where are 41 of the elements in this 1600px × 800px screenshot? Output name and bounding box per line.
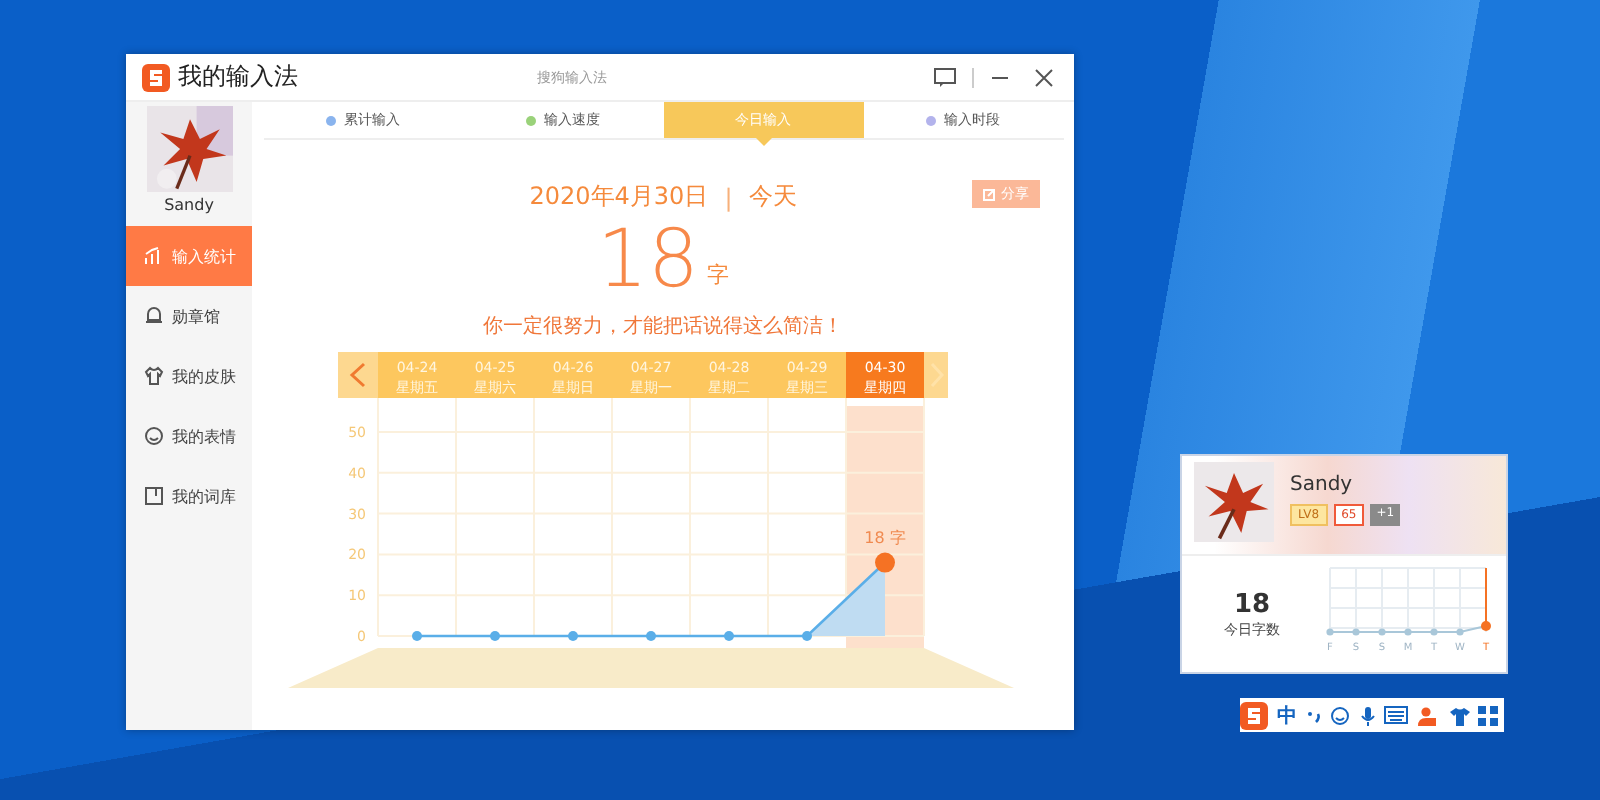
data-point (489, 631, 499, 641)
chart-icon (144, 246, 164, 266)
microphone-icon[interactable] (1359, 705, 1375, 725)
message: 你一定很努力，才能把话说得这么简洁！ (483, 313, 843, 340)
shirt-icon (144, 366, 164, 386)
data-point (567, 631, 577, 641)
day-tab[interactable] (845, 352, 923, 398)
word-count: 18 (1233, 589, 1271, 619)
shirt-icon[interactable] (1449, 705, 1470, 725)
user-name: Sandy (164, 196, 214, 214)
sidebar-item[interactable]: 我的表情 (126, 406, 252, 466)
date-label: 2020年4月30日 (529, 180, 709, 214)
separator: | (724, 183, 733, 211)
emoji-icon[interactable] (1330, 705, 1351, 725)
data-label: 18 字 (863, 528, 905, 547)
next-button[interactable] (923, 352, 947, 398)
data-point (801, 631, 811, 641)
window-title: 我的输入法 (178, 60, 298, 94)
app-logo-icon (142, 63, 170, 91)
user-icon[interactable] (1416, 705, 1441, 725)
grid-icon[interactable] (1478, 705, 1498, 725)
data-point (723, 631, 733, 641)
app-logo-icon[interactable] (1240, 701, 1268, 729)
count-unit: 字 (706, 260, 729, 290)
book-icon (144, 486, 164, 506)
sidebar-item[interactable]: 我的皮肤 (126, 346, 252, 406)
data-point (411, 631, 421, 641)
punctuation-icon[interactable] (1305, 707, 1322, 723)
share-icon (981, 187, 995, 201)
day-label: 今天 (748, 180, 797, 214)
keyboard-icon[interactable] (1383, 706, 1408, 724)
previous-button[interactable] (337, 352, 377, 398)
input-mode-button[interactable]: 中 (1276, 701, 1297, 729)
word-count: 18 (597, 218, 699, 302)
sidebar-item[interactable]: 我的词库 (126, 466, 252, 526)
data-point (874, 552, 894, 573)
user-name: Sandy (1290, 474, 1355, 496)
smiley-icon (144, 426, 164, 446)
data-point (645, 631, 655, 641)
sidebar-item[interactable]: 勋章馆 (126, 286, 252, 346)
medal-icon (144, 306, 164, 326)
